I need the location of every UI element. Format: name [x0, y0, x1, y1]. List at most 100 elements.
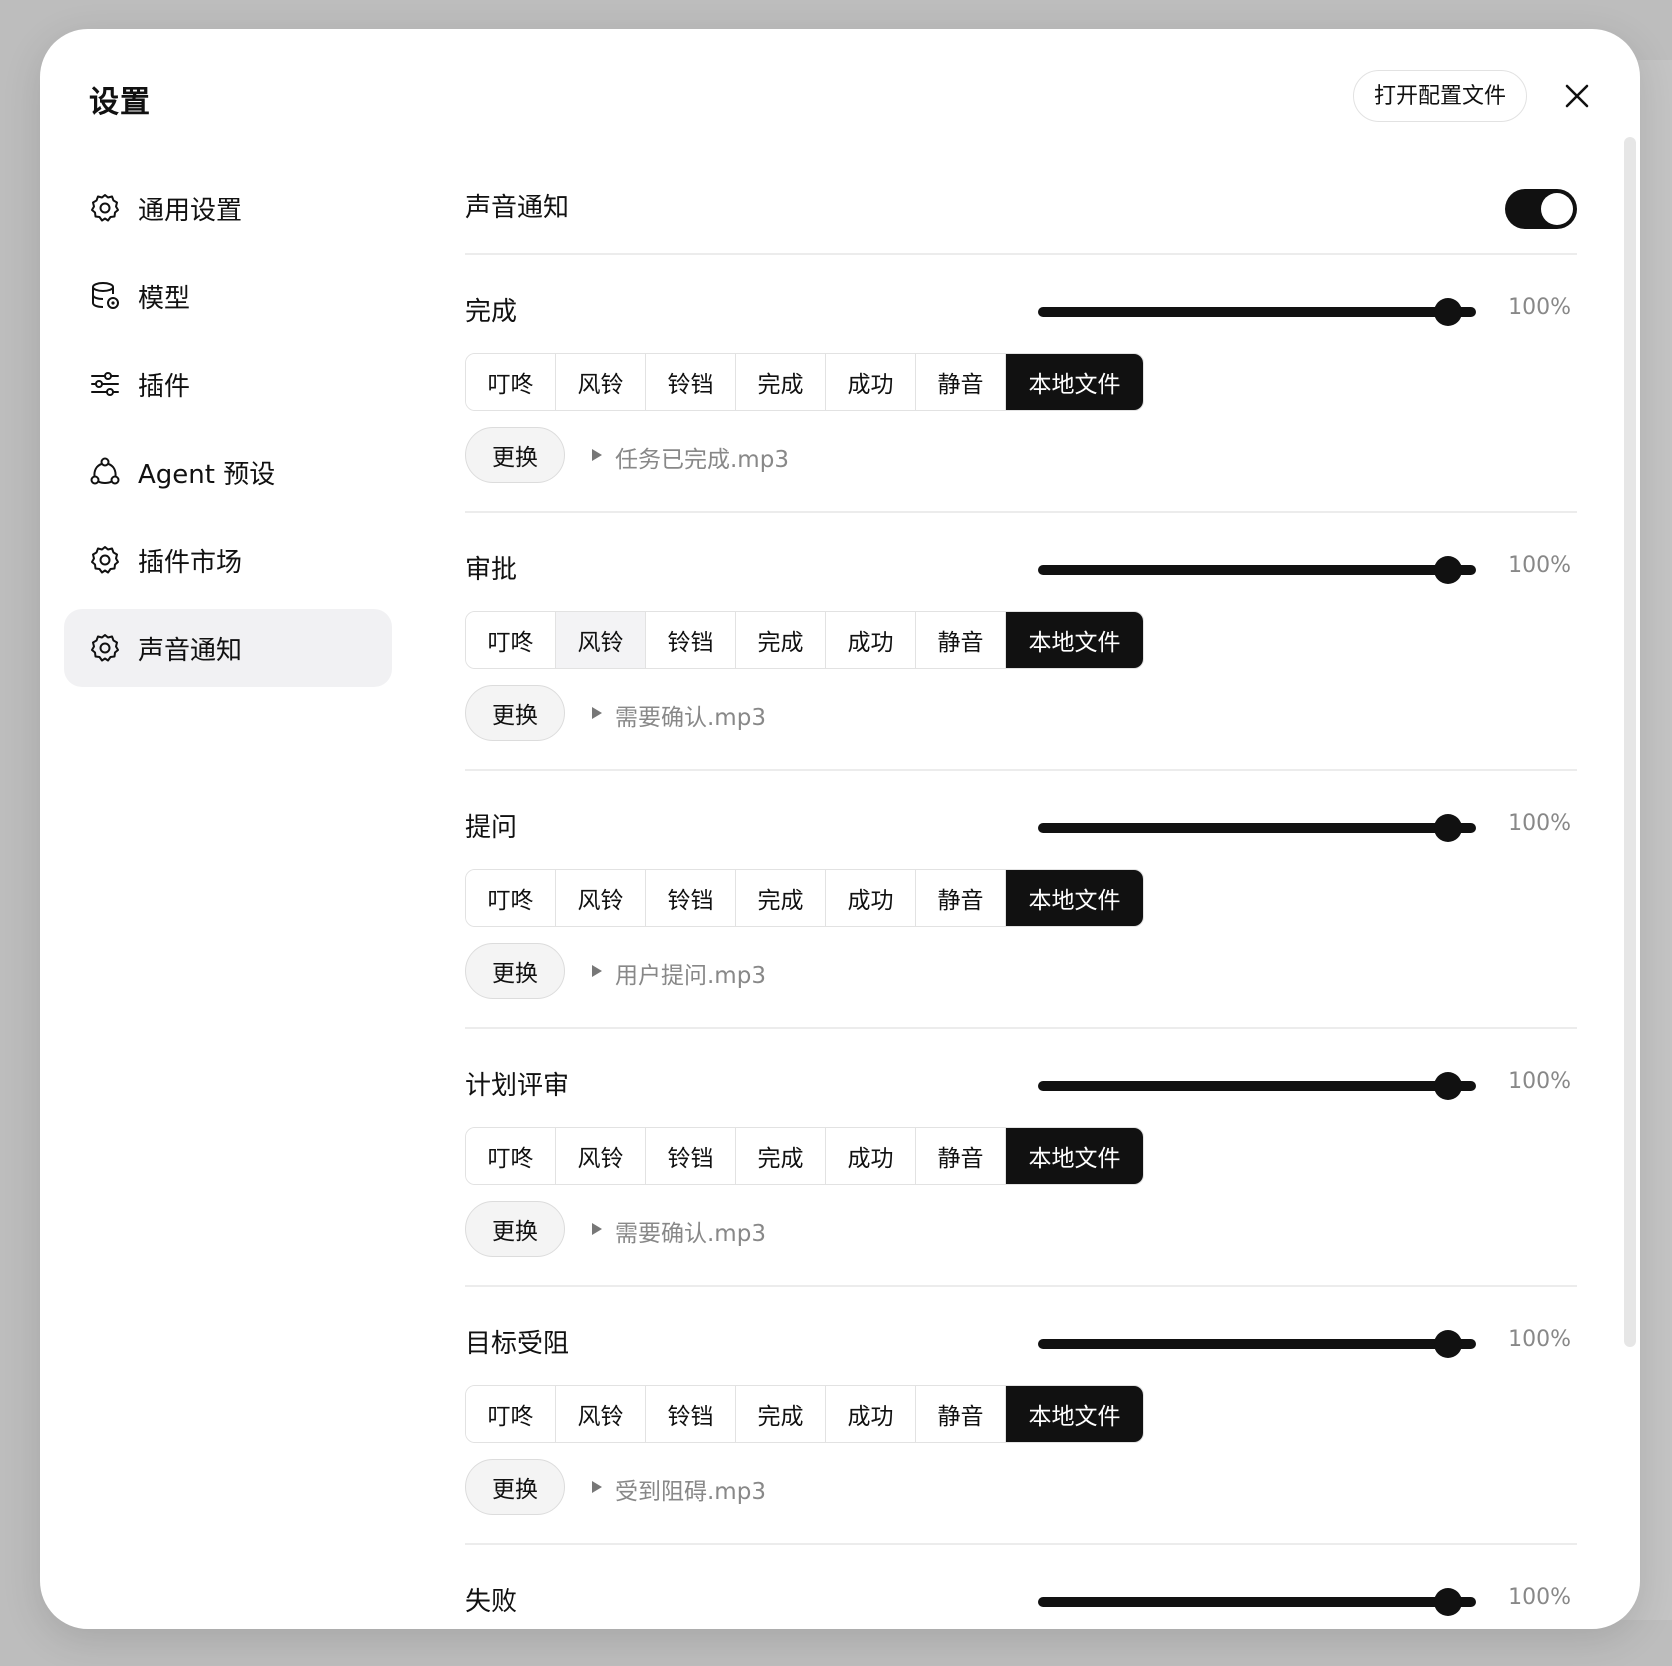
sidebar-item-1[interactable]: 模型 [64, 257, 392, 335]
volume-slider[interactable] [1038, 298, 1476, 326]
replace-button[interactable]: 更换 [465, 685, 565, 741]
sound-master-row: 声音通知 [465, 149, 1577, 255]
slider-track [1038, 1339, 1476, 1349]
sound-option-2[interactable]: 铃铛 [646, 1128, 736, 1184]
play-icon[interactable] [589, 1477, 605, 1497]
play-icon[interactable] [589, 961, 605, 981]
volume-slider[interactable] [1038, 556, 1476, 584]
sound-section-3: 计划评审 100% 叮咚 风铃 铃铛 完成 成功 静音 本地文件 更换 需要确认.mp3 [465, 1029, 1577, 1287]
sound-option-3[interactable]: 完成 [736, 612, 826, 668]
sound-option-3[interactable]: 完成 [736, 870, 826, 926]
sound-file-name: 用户提问.mp3 [615, 963, 766, 989]
volume-percent: 100% [1508, 811, 1571, 836]
play-icon[interactable] [589, 703, 605, 723]
sound-option-2[interactable]: 铃铛 [646, 870, 736, 926]
sound-option-5[interactable]: 静音 [916, 354, 1006, 410]
sound-option-3[interactable]: 完成 [736, 354, 826, 410]
slider-thumb[interactable] [1434, 814, 1462, 842]
slider-track [1038, 307, 1476, 317]
gear-icon [88, 631, 122, 665]
sound-option-5[interactable]: 静音 [916, 612, 1006, 668]
sound-option-0[interactable]: 叮咚 [466, 1128, 556, 1184]
volume-slider[interactable] [1038, 1072, 1476, 1100]
sound-master-toggle[interactable] [1505, 189, 1577, 229]
sound-settings-panel: 声音通知 完成 100% 叮咚 风铃 铃铛 完成 成功 静音 本地文件 更换 任务已完成.mp3 审批… [465, 149, 1577, 1629]
volume-slider[interactable] [1038, 1330, 1476, 1358]
sound-option-1[interactable]: 风铃 [556, 1128, 646, 1184]
slider-track [1038, 1597, 1476, 1607]
sound-option-6[interactable]: 本地文件 [1006, 612, 1143, 668]
replace-button[interactable]: 更换 [465, 1459, 565, 1515]
replace-button[interactable]: 更换 [465, 427, 565, 483]
volume-percent: 100% [1508, 553, 1571, 578]
sound-option-4[interactable]: 成功 [826, 1128, 916, 1184]
sound-section-2: 提问 100% 叮咚 风铃 铃铛 完成 成功 静音 本地文件 更换 用户提问.mp3 [465, 771, 1577, 1029]
volume-percent: 100% [1508, 1069, 1571, 1094]
scrollbar[interactable] [1624, 137, 1636, 1347]
replace-button[interactable]: 更换 [465, 943, 565, 999]
sidebar-item-label: 模型 [138, 283, 191, 314]
sound-option-2[interactable]: 铃铛 [646, 354, 736, 410]
sidebar-item-0[interactable]: 通用设置 [64, 169, 392, 247]
gear-icon [88, 191, 122, 225]
sound-option-2[interactable]: 铃铛 [646, 1386, 736, 1442]
slider-thumb[interactable] [1434, 1072, 1462, 1100]
sound-option-0[interactable]: 叮咚 [466, 354, 556, 410]
slider-track [1038, 565, 1476, 575]
sound-option-4[interactable]: 成功 [826, 1386, 916, 1442]
sound-option-1[interactable]: 风铃 [556, 870, 646, 926]
sidebar-item-label: 声音通知 [138, 635, 243, 666]
open-config-button[interactable]: 打开配置文件 [1353, 70, 1528, 122]
volume-percent: 100% [1508, 295, 1571, 320]
sound-option-6[interactable]: 本地文件 [1006, 870, 1143, 926]
section-title: 完成 [465, 297, 518, 327]
slider-thumb[interactable] [1434, 556, 1462, 584]
sound-option-5[interactable]: 静音 [916, 1128, 1006, 1184]
slider-thumb[interactable] [1434, 298, 1462, 326]
sound-option-3[interactable]: 完成 [736, 1128, 826, 1184]
sound-option-1[interactable]: 风铃 [556, 612, 646, 668]
sidebar-item-4[interactable]: 插件市场 [64, 521, 392, 599]
sidebar-item-3[interactable]: Agent 预设 [64, 433, 392, 511]
section-title: 审批 [465, 555, 518, 585]
sound-option-0[interactable]: 叮咚 [466, 612, 556, 668]
sound-option-4[interactable]: 成功 [826, 612, 916, 668]
slider-track [1038, 1081, 1476, 1091]
sound-option-3[interactable]: 完成 [736, 1386, 826, 1442]
sound-option-group: 叮咚 风铃 铃铛 完成 成功 静音 本地文件 [465, 611, 1144, 669]
volume-slider[interactable] [1038, 814, 1476, 842]
modal-title: 设置 [89, 85, 151, 120]
sound-option-6[interactable]: 本地文件 [1006, 1128, 1143, 1184]
sound-option-5[interactable]: 静音 [916, 1386, 1006, 1442]
play-icon[interactable] [589, 445, 605, 465]
close-button[interactable] [1558, 77, 1596, 115]
play-icon[interactable] [589, 1219, 605, 1239]
sound-section-4: 目标受阻 100% 叮咚 风铃 铃铛 完成 成功 静音 本地文件 更换 受到阻碍.mp3 [465, 1287, 1577, 1545]
volume-percent: 100% [1508, 1585, 1571, 1610]
sound-option-group: 叮咚 风铃 铃铛 完成 成功 静音 本地文件 [465, 1127, 1144, 1185]
sliders-icon [88, 367, 122, 401]
sound-file-name: 需要确认.mp3 [615, 1221, 766, 1247]
gear-icon [88, 543, 122, 577]
sound-option-group: 叮咚 风铃 铃铛 完成 成功 静音 本地文件 [465, 869, 1144, 927]
sound-option-5[interactable]: 静音 [916, 870, 1006, 926]
sound-option-0[interactable]: 叮咚 [466, 1386, 556, 1442]
slider-thumb[interactable] [1434, 1330, 1462, 1358]
sidebar-item-2[interactable]: 插件 [64, 345, 392, 423]
sidebar-item-5[interactable]: 声音通知 [64, 609, 392, 687]
sound-option-2[interactable]: 铃铛 [646, 612, 736, 668]
sound-option-1[interactable]: 风铃 [556, 1386, 646, 1442]
sound-option-6[interactable]: 本地文件 [1006, 354, 1143, 410]
slider-thumb[interactable] [1434, 1588, 1462, 1616]
sidebar-item-label: Agent 预设 [138, 459, 276, 490]
sound-option-4[interactable]: 成功 [826, 870, 916, 926]
sound-option-group: 叮咚 风铃 铃铛 完成 成功 静音 本地文件 [465, 1385, 1144, 1443]
replace-button[interactable]: 更换 [465, 1201, 565, 1257]
sound-option-0[interactable]: 叮咚 [466, 870, 556, 926]
volume-slider[interactable] [1038, 1588, 1476, 1616]
sound-option-4[interactable]: 成功 [826, 354, 916, 410]
sound-option-1[interactable]: 风铃 [556, 354, 646, 410]
sound-master-label: 声音通知 [465, 193, 570, 223]
settings-sidebar: 通用设置模型插件 Agent 预设插件市场声音通知 [64, 169, 392, 697]
sound-option-6[interactable]: 本地文件 [1006, 1386, 1143, 1442]
